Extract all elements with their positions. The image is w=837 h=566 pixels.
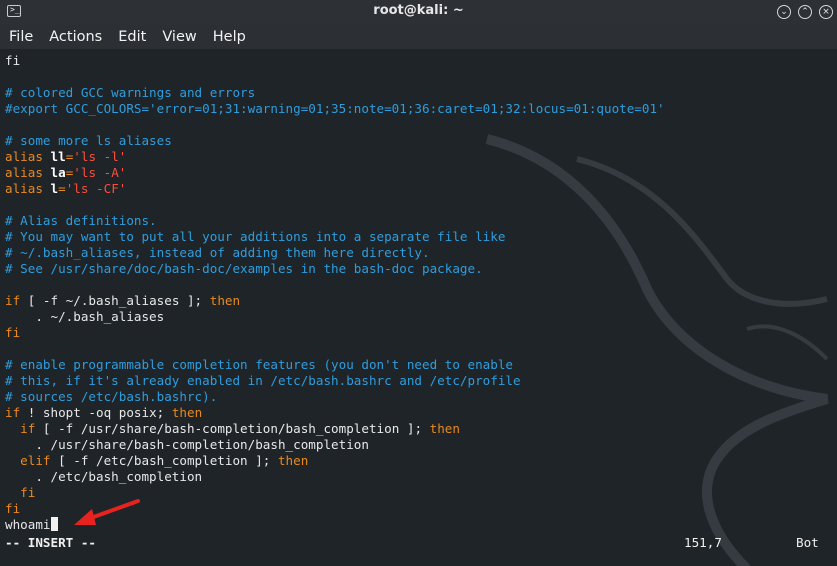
string: 'ls -l'	[73, 149, 127, 164]
code-line: . /etc/bash_completion	[5, 469, 203, 484]
alias-name: ll	[50, 149, 66, 164]
alias-name: la	[50, 165, 66, 180]
keyword: if	[5, 405, 21, 420]
menu-actions[interactable]: Actions	[49, 29, 102, 45]
keyword: alias	[5, 149, 43, 164]
cursor-position: 151,7	[684, 535, 722, 550]
keyword: elif	[5, 453, 51, 468]
code-line: . /usr/share/bash-completion/bash_comple…	[5, 437, 369, 452]
keyword: if	[5, 293, 21, 308]
string: 'ls -CF'	[65, 181, 127, 196]
code-line: elif [ -f /etc/bash_completion ]; then	[5, 453, 308, 469]
red-arrow-annotation-icon	[74, 499, 140, 525]
string: 'ls -A'	[73, 165, 127, 180]
close-icon[interactable]: ×	[819, 5, 833, 19]
code-line: if [ -f ~/.bash_aliases ]; then	[5, 293, 240, 309]
menu-view[interactable]: View	[162, 29, 196, 45]
keyword: if	[5, 421, 36, 436]
menu-file[interactable]: File	[9, 29, 33, 45]
code-line: # See /usr/share/doc/bash-doc/examples i…	[5, 261, 483, 276]
code-line: #export GCC_COLORS='error=01;31:warning=…	[5, 101, 665, 116]
code-line: alias ll='ls -l'	[5, 149, 126, 165]
code-line: # colored GCC warnings and errors	[5, 85, 256, 100]
code-line: # some more ls aliases	[5, 133, 172, 148]
keyword: then	[277, 453, 309, 468]
keyword: alias	[5, 165, 43, 180]
keyword: then	[429, 421, 460, 436]
code-line: . ~/.bash_aliases	[5, 309, 165, 324]
code-text: [ -f ~/.bash_aliases ];	[20, 293, 210, 308]
window-title: root@kali: ~	[373, 3, 464, 18]
code-line: # enable programmable completion feature…	[5, 357, 513, 372]
alias-name: l	[50, 181, 59, 196]
terminal-area[interactable]: fi # colored GCC warnings and errors #ex…	[0, 49, 837, 566]
kali-dragon-logo-icon	[485, 134, 829, 566]
terminal-window: >_ root@kali: ~ ⌄ ⌃ × File Actions Edit …	[0, 0, 837, 566]
maximize-icon[interactable]: ⌃	[798, 5, 812, 19]
code-line: # sources /etc/bash.bashrc).	[5, 389, 218, 404]
menu-bar: File Actions Edit View Help	[0, 25, 837, 49]
code-line: fi	[5, 53, 21, 68]
title-bar: >_ root@kali: ~ ⌄ ⌃ ×	[0, 0, 837, 25]
code-text: ! shopt -oq posix;	[20, 405, 172, 420]
text-cursor	[50, 517, 58, 531]
keyword: then	[209, 293, 241, 308]
code-line: fi	[5, 485, 36, 500]
code-text: [ -f /etc/bash_completion ];	[50, 453, 278, 468]
vim-mode-indicator: -- INSERT --	[5, 535, 96, 550]
operator: =	[58, 181, 66, 196]
code-line: fi	[5, 501, 21, 516]
code-line: if ! shopt -oq posix; then	[5, 405, 202, 421]
keyword: alias	[5, 181, 43, 196]
scroll-position: Bot	[796, 535, 819, 550]
menu-edit[interactable]: Edit	[118, 29, 146, 45]
minimize-icon[interactable]: ⌄	[777, 5, 791, 19]
code-line: alias la='ls -A'	[5, 165, 126, 181]
menu-help[interactable]: Help	[213, 29, 246, 45]
code-line: # You may want to put all your additions…	[5, 229, 506, 244]
typed-command: whoami	[5, 517, 51, 532]
code-line: # this, if it's already enabled in /etc/…	[5, 373, 521, 388]
code-line: if [ -f /usr/share/bash-completion/bash_…	[5, 421, 460, 437]
current-input-line[interactable]: whoami	[5, 517, 58, 533]
code-line: # Alias definitions.	[5, 213, 157, 228]
code-line: alias l='ls -CF'	[5, 181, 126, 197]
code-line: fi	[5, 325, 21, 340]
keyword: then	[171, 405, 203, 420]
code-text: [ -f /usr/share/bash-completion/bash_com…	[35, 421, 430, 436]
code-line: # ~/.bash_aliases, instead of adding the…	[5, 245, 430, 260]
